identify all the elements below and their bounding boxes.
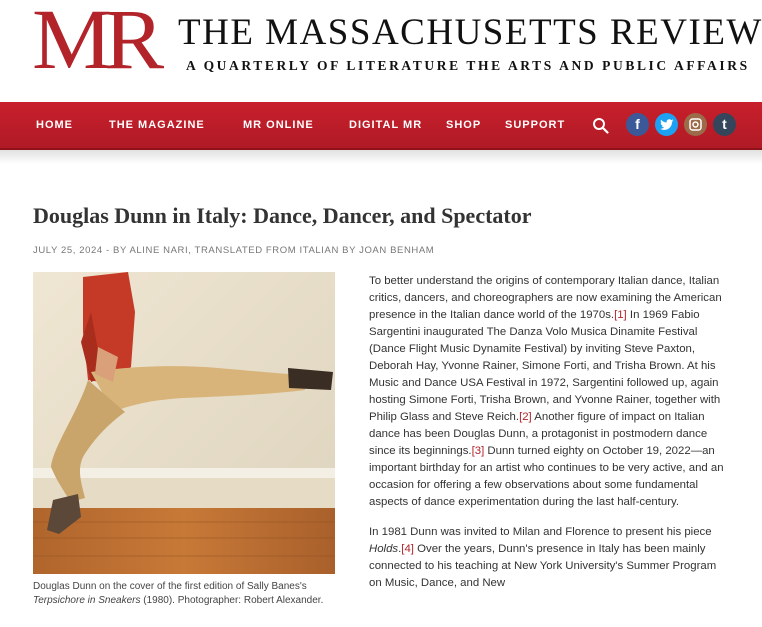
caption-text: Douglas Dunn on the cover of the first e…	[33, 581, 307, 592]
paragraph-1-text-b: In 1969 Fabio Sargentini inaugurated The…	[369, 309, 721, 423]
nav-mr-online[interactable]: MR ONLINE	[243, 120, 314, 131]
nav-home[interactable]: HOME	[36, 120, 73, 131]
article-date: JULY 25, 2024	[33, 245, 103, 256]
article-photo	[33, 272, 335, 574]
paragraph-2-text-a: In 1981 Dunn was invited to Milan and Fl…	[369, 526, 712, 538]
article-body: To better understand the origins of cont…	[369, 273, 727, 605]
footnote-link-3[interactable]: [3]	[472, 445, 485, 457]
nav-shadow	[0, 150, 762, 164]
paragraph-2-text-b: Over the years, Dunn's presence in Italy…	[369, 543, 717, 589]
article-title: Douglas Dunn in Italy: Dance, Dancer, an…	[33, 203, 532, 228]
nav-the-magazine[interactable]: THE MAGAZINE	[109, 120, 205, 131]
photo-caption: Douglas Dunn on the cover of the first e…	[33, 580, 333, 607]
caption-book-title: Terpsichore in Sneakers	[33, 594, 141, 606]
footnote-link-1[interactable]: [1]	[614, 309, 627, 321]
search-icon[interactable]	[592, 117, 610, 135]
byline-by: - BY	[102, 245, 130, 256]
nav-support[interactable]: SUPPORT	[505, 120, 565, 131]
author-link[interactable]: ALINE NARI	[129, 245, 188, 256]
translator-link[interactable]: JOAN BENHAM	[359, 245, 434, 256]
paragraph-1: To better understand the origins of cont…	[369, 273, 727, 511]
footnote-link-4[interactable]: [4]	[401, 543, 414, 555]
facebook-icon[interactable]: f	[626, 113, 649, 136]
work-title-holds: Holds	[369, 543, 399, 555]
byline-translated: , TRANSLATED FROM ITALIAN BY	[188, 245, 360, 256]
footnote-link-2[interactable]: [2]	[519, 411, 532, 423]
twitter-icon[interactable]	[655, 113, 678, 136]
caption-credit: (1980). Photographer: Robert Alexander.	[140, 594, 324, 606]
masthead: MR THE MASSACHUSETTS REVIEW A QUARTERLY …	[0, 0, 762, 102]
logo-lettering: MR	[32, 0, 164, 87]
tumblr-icon[interactable]: t	[713, 113, 736, 136]
site-logo[interactable]: MR	[32, 0, 168, 86]
site-tagline: A QUARTERLY OF LITERATURE THE ARTS AND P…	[186, 58, 750, 73]
article-byline: JULY 25, 2024 - BY ALINE NARI, TRANSLATE…	[33, 245, 434, 256]
paragraph-2: In 1981 Dunn was invited to Milan and Fl…	[369, 524, 727, 592]
instagram-icon[interactable]	[684, 113, 707, 136]
nav-shop[interactable]: SHOP	[446, 120, 481, 131]
site-title[interactable]: THE MASSACHUSETTS REVIEW	[178, 14, 762, 51]
nav-digital-mr[interactable]: DIGITAL MR	[349, 120, 422, 131]
